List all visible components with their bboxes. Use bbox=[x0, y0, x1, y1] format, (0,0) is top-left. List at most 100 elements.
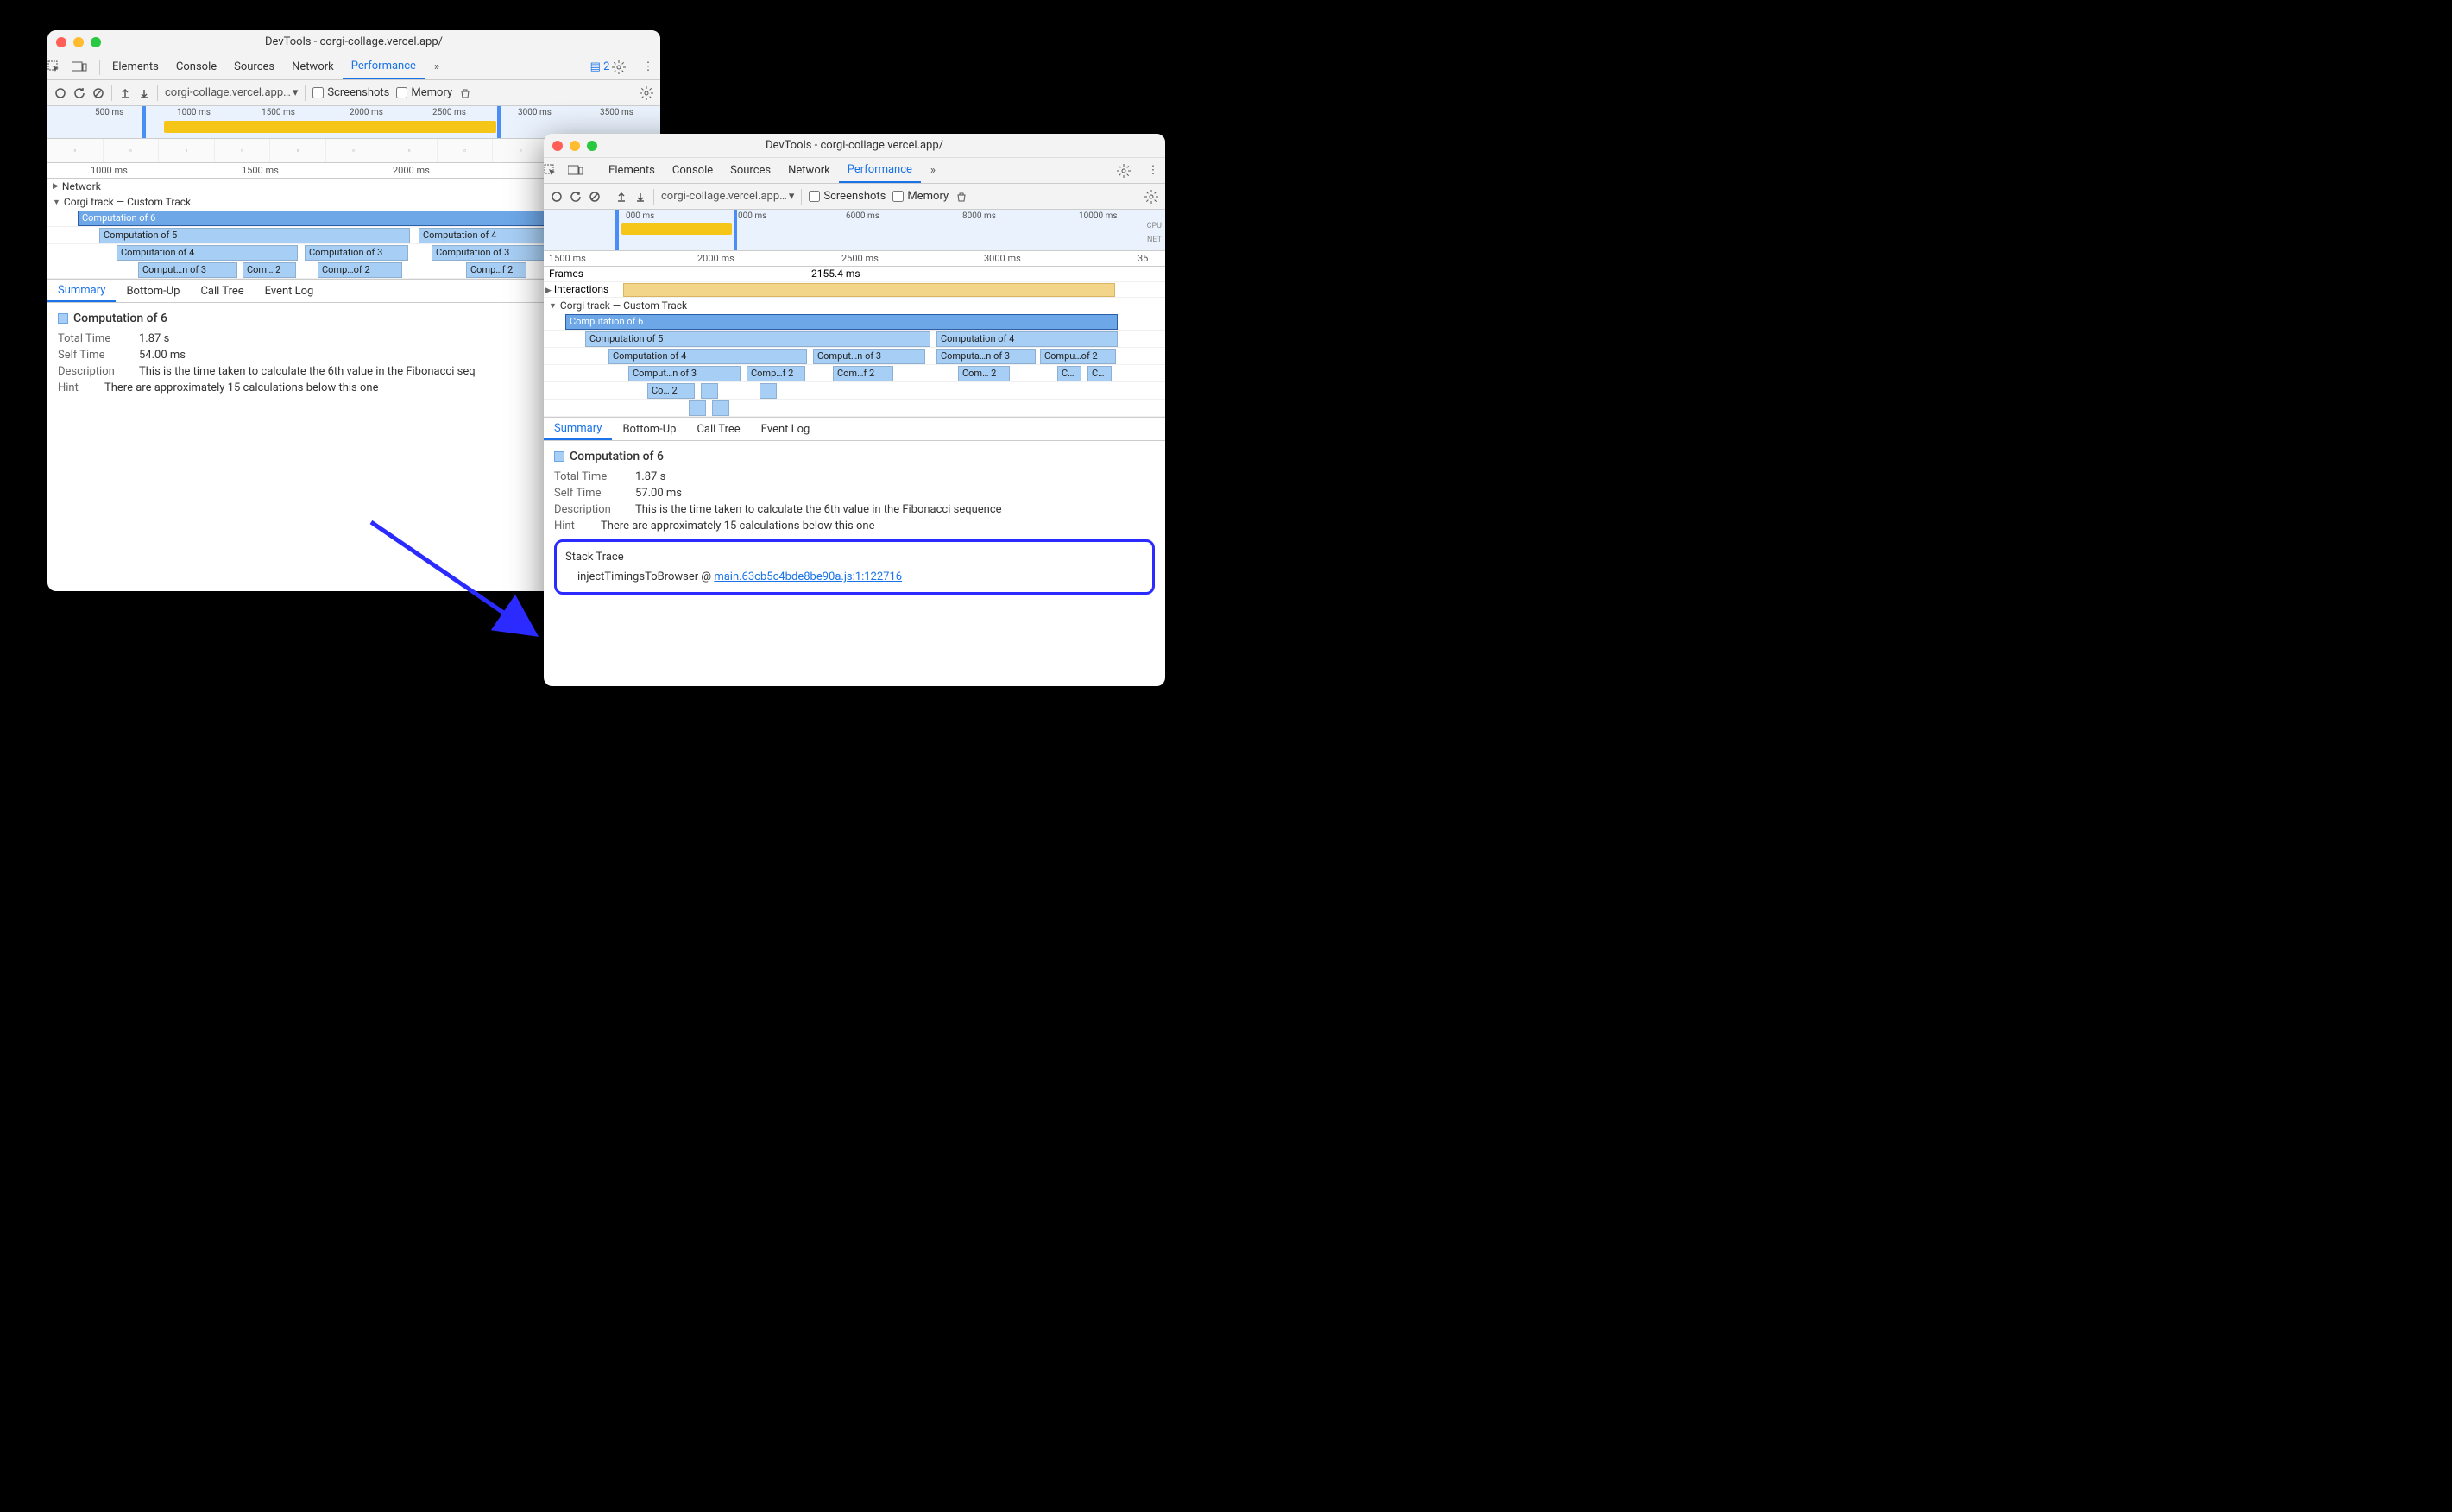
interaction-bar[interactable] bbox=[623, 283, 1115, 297]
total-time-value: 1.87 s bbox=[635, 470, 665, 483]
screenshots-checkbox[interactable]: Screenshots bbox=[312, 86, 389, 99]
kebab-icon[interactable]: ⋮ bbox=[636, 60, 660, 73]
btab-summary[interactable]: Summary bbox=[47, 280, 116, 302]
btab-eventlog[interactable]: Event Log bbox=[751, 418, 821, 440]
flame-bar[interactable]: Comp…f 2 bbox=[466, 262, 526, 278]
tab-performance[interactable]: Performance bbox=[343, 54, 425, 79]
overview[interactable]: 000 ms 000 ms 6000 ms 8000 ms 10000 ms C… bbox=[544, 210, 1165, 251]
flame-bar[interactable] bbox=[689, 400, 706, 416]
download-icon[interactable] bbox=[138, 87, 150, 99]
self-time-label: Self Time bbox=[554, 487, 623, 500]
clear-icon[interactable] bbox=[92, 87, 104, 99]
flame-bar[interactable]: Computation of 6 bbox=[565, 314, 1118, 330]
stack-trace-link[interactable]: main.63cb5c4bde8be90a.js:1:122716 bbox=[714, 570, 902, 583]
maximize-icon[interactable] bbox=[91, 37, 101, 47]
overview-handle-right[interactable] bbox=[497, 106, 501, 138]
tab-performance[interactable]: Performance bbox=[839, 158, 921, 183]
cpu-label: CPU bbox=[1147, 222, 1162, 230]
flame-bar[interactable] bbox=[712, 400, 729, 416]
overview-handle-right[interactable] bbox=[734, 210, 737, 250]
frames-value: 2155.4 ms bbox=[811, 268, 860, 280]
flame-bar[interactable]: Computation of 4 bbox=[117, 245, 298, 261]
reload-icon[interactable] bbox=[570, 191, 582, 203]
capture-settings-icon[interactable] bbox=[640, 86, 653, 100]
download-icon[interactable] bbox=[634, 191, 646, 203]
btab-bottomup[interactable]: Bottom-Up bbox=[116, 280, 190, 302]
window-title: DevTools - corgi-collage.vercel.app/ bbox=[544, 139, 1165, 152]
flame-bar[interactable]: Computation of 5 bbox=[585, 331, 930, 347]
flame-bar[interactable]: Computation of 4 bbox=[936, 331, 1118, 347]
settings-icon[interactable] bbox=[1117, 164, 1141, 178]
device-icon[interactable] bbox=[72, 61, 96, 73]
issues-badge[interactable]: ▤ 2 bbox=[588, 60, 612, 73]
flame-bar[interactable] bbox=[760, 383, 777, 399]
btab-summary[interactable]: Summary bbox=[544, 418, 612, 440]
ruler[interactable]: 1500 ms 2000 ms 2500 ms 3000 ms 35 bbox=[544, 251, 1165, 267]
flame-bar[interactable]: Computation of 4 bbox=[608, 349, 807, 364]
memory-checkbox[interactable]: Memory bbox=[892, 190, 949, 203]
clear-icon[interactable] bbox=[589, 191, 601, 203]
close-icon[interactable] bbox=[552, 141, 563, 151]
flame-bar[interactable]: Computa…n of 3 bbox=[936, 349, 1036, 364]
overview-handle-left[interactable] bbox=[142, 106, 146, 138]
flame-bar[interactable]: Comput…n of 3 bbox=[138, 262, 237, 278]
track-interactions[interactable]: ▶ Interactions bbox=[545, 283, 608, 295]
record-icon[interactable] bbox=[54, 87, 66, 99]
btab-bottomup[interactable]: Bottom-Up bbox=[612, 418, 686, 440]
tab-network[interactable]: Network bbox=[779, 158, 839, 183]
overview-handle-left[interactable] bbox=[615, 210, 619, 250]
overview-tick: 8000 ms bbox=[962, 211, 996, 221]
flame-bar[interactable]: Comput…n of 3 bbox=[628, 366, 741, 381]
tab-sources[interactable]: Sources bbox=[722, 158, 779, 183]
track-custom[interactable]: ▼Corgi track — Custom Track bbox=[544, 298, 1165, 313]
tab-elements[interactable]: Elements bbox=[600, 158, 664, 183]
minimize-icon[interactable] bbox=[73, 37, 84, 47]
inspect-icon[interactable] bbox=[544, 164, 568, 178]
record-icon[interactable] bbox=[551, 191, 563, 203]
device-icon[interactable] bbox=[568, 165, 592, 177]
close-icon[interactable] bbox=[56, 37, 66, 47]
tracks: Frames 2155.4 ms ▶ Interactions ▼Corgi t… bbox=[544, 267, 1165, 417]
flame-bar[interactable]: Computation of 3 bbox=[305, 245, 408, 261]
screenshots-checkbox[interactable]: Screenshots bbox=[809, 190, 886, 203]
flame-bar[interactable] bbox=[701, 383, 718, 399]
flame-bar[interactable]: C… bbox=[1057, 366, 1081, 381]
btab-calltree[interactable]: Call Tree bbox=[686, 418, 750, 440]
reload-icon[interactable] bbox=[73, 87, 85, 99]
flame-bar[interactable]: Comp…f 2 bbox=[747, 366, 805, 381]
btab-eventlog[interactable]: Event Log bbox=[255, 280, 325, 302]
url-select[interactable]: corgi-collage.vercel.app…▾ bbox=[165, 86, 298, 99]
maximize-icon[interactable] bbox=[587, 141, 597, 151]
settings-icon[interactable] bbox=[612, 60, 636, 74]
upload-icon[interactable] bbox=[119, 87, 131, 99]
flame-bar[interactable]: Com…f 2 bbox=[833, 366, 893, 381]
tab-network[interactable]: Network bbox=[283, 54, 343, 79]
tab-console[interactable]: Console bbox=[664, 158, 722, 183]
minimize-icon[interactable] bbox=[570, 141, 580, 151]
ruler-tick: 2000 ms bbox=[393, 165, 430, 176]
hint-value: There are approximately 15 calculations … bbox=[104, 381, 378, 394]
description-label: Description bbox=[554, 503, 623, 516]
gc-icon[interactable] bbox=[955, 191, 968, 203]
flame-bar[interactable]: Co… 2 bbox=[647, 383, 695, 399]
flame-bar[interactable]: Comp…of 2 bbox=[318, 262, 402, 278]
url-select[interactable]: corgi-collage.vercel.app…▾ bbox=[661, 190, 794, 203]
upload-icon[interactable] bbox=[615, 191, 627, 203]
inspect-icon[interactable] bbox=[47, 60, 72, 74]
btab-calltree[interactable]: Call Tree bbox=[190, 280, 254, 302]
flame-bar[interactable]: Comput…n of 3 bbox=[813, 349, 925, 364]
kebab-icon[interactable]: ⋮ bbox=[1141, 164, 1165, 177]
flame-bar[interactable]: Computation of 5 bbox=[99, 228, 410, 243]
flame-bar[interactable]: Compu…of 2 bbox=[1040, 349, 1116, 364]
gc-icon[interactable] bbox=[459, 87, 471, 99]
more-tabs-icon[interactable]: » bbox=[921, 164, 945, 177]
tab-elements[interactable]: Elements bbox=[104, 54, 167, 79]
tab-console[interactable]: Console bbox=[167, 54, 225, 79]
memory-checkbox[interactable]: Memory bbox=[396, 86, 452, 99]
more-tabs-icon[interactable]: » bbox=[425, 60, 449, 73]
flame-bar[interactable]: Com… 2 bbox=[958, 366, 1010, 381]
capture-settings-icon[interactable] bbox=[1144, 190, 1158, 204]
flame-bar[interactable]: C… bbox=[1087, 366, 1112, 381]
flame-bar[interactable]: Com… 2 bbox=[243, 262, 296, 278]
tab-sources[interactable]: Sources bbox=[225, 54, 283, 79]
